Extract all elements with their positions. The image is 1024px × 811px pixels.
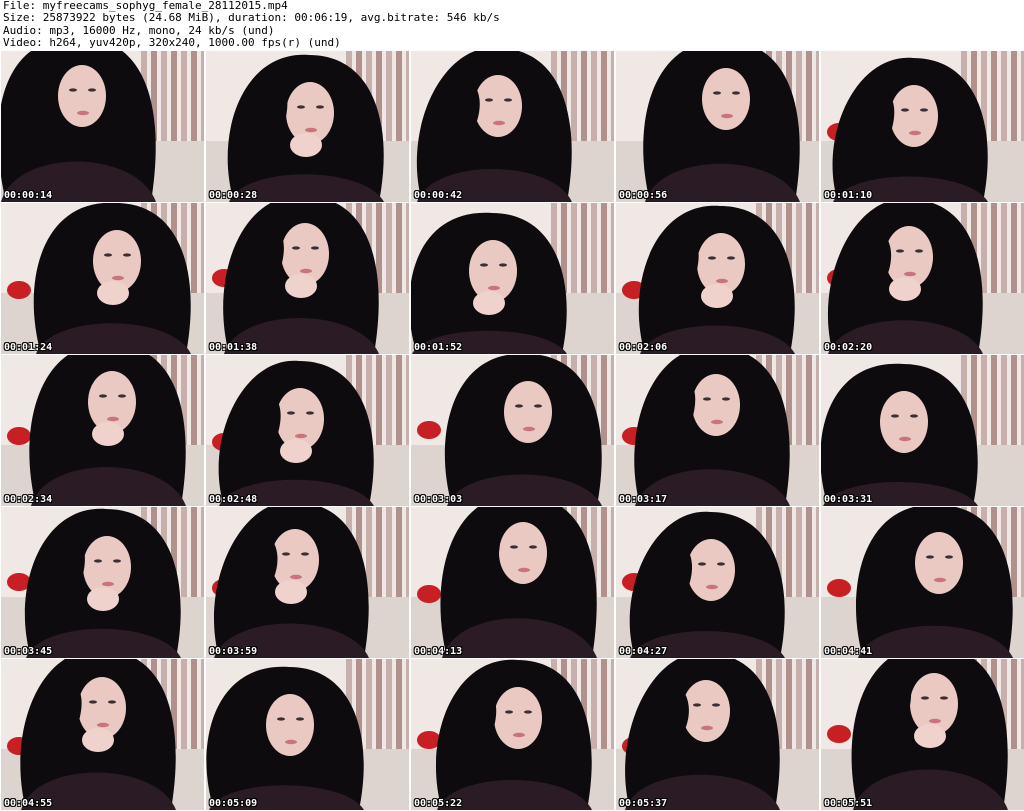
- file-info-header: File: myfreecams_sophyg_female_28112015.…: [3, 0, 1021, 50]
- thumbnail-timestamp: 00:00:56: [619, 190, 668, 201]
- frame-image: [821, 507, 1024, 658]
- frame-image: [1, 507, 204, 658]
- video-thumbnail: 00:01:52: [411, 203, 614, 354]
- frame-image: [821, 355, 1024, 506]
- thumbnail-timestamp: 00:03:03: [414, 494, 463, 505]
- thumbnail-timestamp: 00:04:13: [414, 646, 463, 657]
- frame-image: [411, 659, 614, 810]
- video-thumbnail: 00:02:34: [1, 355, 204, 506]
- video-thumbnail: 00:01:38: [206, 203, 409, 354]
- frame-image: [206, 355, 409, 506]
- video-thumbnail: 00:02:48: [206, 355, 409, 506]
- video-thumbnail: 00:00:42: [411, 51, 614, 202]
- thumbnail-timestamp: 00:01:52: [414, 342, 463, 353]
- frame-image: [616, 51, 819, 202]
- thumbnail-timestamp: 00:03:17: [619, 494, 668, 505]
- video-thumbnail: 00:04:13: [411, 507, 614, 658]
- frame-image: [411, 507, 614, 658]
- frame-image: [821, 51, 1024, 202]
- frame-image: [411, 355, 614, 506]
- thumbnail-timestamp: 00:02:48: [209, 494, 258, 505]
- frame-image: [821, 659, 1024, 810]
- frame-image: [616, 507, 819, 658]
- video-thumbnail: 00:00:56: [616, 51, 819, 202]
- frame-image: [1, 659, 204, 810]
- video-thumbnail: 00:01:24: [1, 203, 204, 354]
- video-thumbnail: 00:04:27: [616, 507, 819, 658]
- video-thumbnail: 00:05:37: [616, 659, 819, 810]
- video-thumbnail: 00:03:59: [206, 507, 409, 658]
- thumbnail-timestamp: 00:01:10: [824, 190, 873, 201]
- video-thumbnail: 00:05:09: [206, 659, 409, 810]
- frame-image: [206, 507, 409, 658]
- video-thumbnail: 00:02:06: [616, 203, 819, 354]
- frame-image: [206, 51, 409, 202]
- video-thumbnail: 00:00:14: [1, 51, 204, 202]
- frame-image: [206, 203, 409, 354]
- thumbnail-timestamp: 00:04:41: [824, 646, 873, 657]
- video-thumbnail: 00:03:03: [411, 355, 614, 506]
- video-thumbnail: 00:03:31: [821, 355, 1024, 506]
- frame-image: [821, 203, 1024, 354]
- thumbnail-timestamp: 00:00:28: [209, 190, 258, 201]
- video-thumbnail: 00:00:28: [206, 51, 409, 202]
- frame-image: [616, 203, 819, 354]
- video-thumbnail: 00:05:51: [821, 659, 1024, 810]
- thumbnail-timestamp: 00:04:27: [619, 646, 668, 657]
- video-thumbnail: 00:04:41: [821, 507, 1024, 658]
- thumbnail-timestamp: 00:04:55: [4, 798, 53, 809]
- thumbnail-timestamp: 00:03:45: [4, 646, 53, 657]
- thumbnail-timestamp: 00:03:59: [209, 646, 258, 657]
- video-thumbnail: 00:04:55: [1, 659, 204, 810]
- thumbnail-grid: 00:00:14 00:00:28 00:00:42 00:00:56 00:01:10…: [1, 51, 1024, 811]
- video-thumbnail: 00:01:10: [821, 51, 1024, 202]
- thumbnail-timestamp: 00:02:06: [619, 342, 668, 353]
- video-info-line: Video: h264, yuv420p, 320x240, 1000.00 f…: [3, 36, 341, 50]
- thumbnail-timestamp: 00:01:38: [209, 342, 258, 353]
- thumbnail-timestamp: 00:02:34: [4, 494, 53, 505]
- thumbnail-timestamp: 00:05:22: [414, 798, 463, 809]
- frame-image: [411, 203, 614, 354]
- frame-image: [1, 51, 204, 202]
- frame-image: [1, 203, 204, 354]
- video-thumbnail: 00:05:22: [411, 659, 614, 810]
- file-size-line: Size: 25873922 bytes (24.68 MiB), durati…: [3, 11, 500, 25]
- thumbnail-timestamp: 00:00:14: [4, 190, 53, 201]
- frame-image: [1, 355, 204, 506]
- frame-image: [411, 51, 614, 202]
- video-thumbnail: 00:03:17: [616, 355, 819, 506]
- thumbnail-timestamp: 00:02:20: [824, 342, 873, 353]
- video-thumbnail: 00:02:20: [821, 203, 1024, 354]
- frame-image: [616, 659, 819, 810]
- thumbnail-timestamp: 00:01:24: [4, 342, 53, 353]
- thumbnail-timestamp: 00:03:31: [824, 494, 873, 505]
- thumbnail-timestamp: 00:05:37: [619, 798, 668, 809]
- thumbnail-timestamp: 00:00:42: [414, 190, 463, 201]
- thumbnail-timestamp: 00:05:51: [824, 798, 873, 809]
- frame-image: [616, 355, 819, 506]
- video-thumbnail: 00:03:45: [1, 507, 204, 658]
- frame-image: [206, 659, 409, 810]
- thumbnail-timestamp: 00:05:09: [209, 798, 258, 809]
